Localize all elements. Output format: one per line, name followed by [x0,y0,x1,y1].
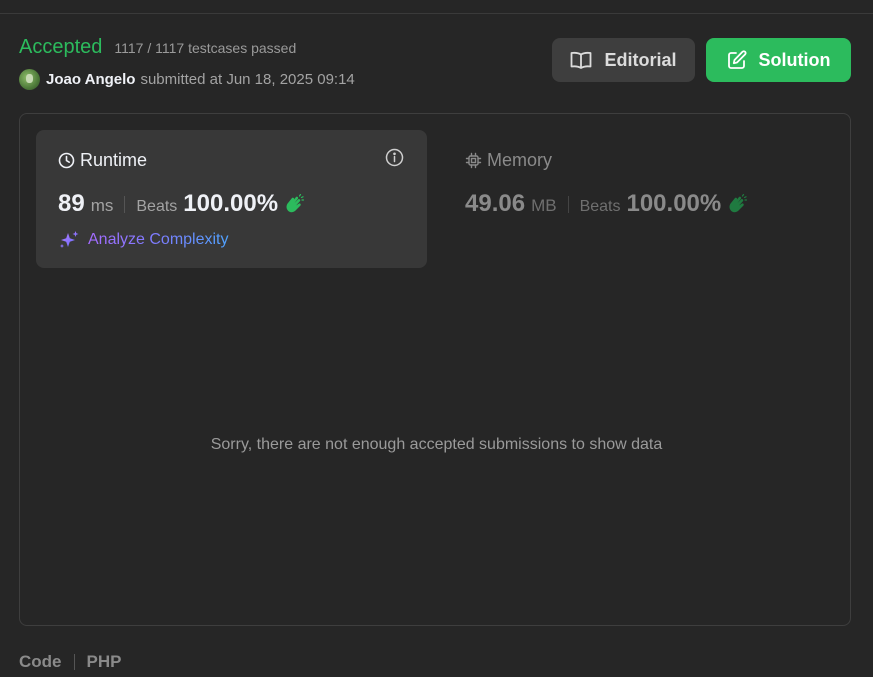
memory-unit: MB [531,196,557,215]
clap-icon [286,194,305,213]
memory-value: 49.06 [465,190,526,217]
editorial-button[interactable]: Editorial [552,38,695,82]
submitted-at: submitted at Jun 18, 2025 09:14 [140,71,355,88]
code-label: Code [19,652,62,671]
runtime-card[interactable]: Runtime 89 ms Beats 100.00% Analyze Comp… [36,130,427,268]
runtime-metric: 89 ms Beats 100.00% [58,190,305,218]
runtime-value: 89 [58,190,85,217]
testcases-passed: 1117 / 1117 testcases passed [114,40,297,56]
memory-title-label: Memory [487,150,553,170]
clock-icon [58,152,75,169]
edit-icon [727,50,746,69]
memory-metric: 49.06 MB Beats 100.00% [465,190,748,218]
runtime-unit: ms [90,196,114,215]
memory-card[interactable]: Memory 49.06 MB Beats 100.00% [465,130,845,268]
memory-beats-percent: 100.00% [626,190,722,217]
clap-icon [729,194,748,213]
divider [124,195,126,213]
runtime-title-label: Runtime [80,150,148,170]
submission-status-row: Accepted 1117 / 1117 testcases passed [19,36,296,59]
book-icon [571,51,592,69]
analyze-complexity-label: Analyze Complexity [88,231,229,248]
editorial-label: Editorial [604,49,677,70]
sparkle-icon [60,231,79,248]
runtime-beats-label: Beats [136,198,178,215]
runtime-beats-percent: 100.00% [183,190,279,217]
analyze-complexity-button[interactable]: Analyze Complexity [58,230,229,250]
distribution-empty-message: Sorry, there are not enough accepted sub… [210,436,663,453]
solution-label: Solution [758,49,831,70]
chip-icon [465,152,482,169]
language-label: PHP [86,652,122,671]
divider [73,654,75,670]
memory-title: Memory [465,150,552,171]
status-accepted: Accepted [19,36,103,58]
code-language-row: Code PHP [19,652,121,672]
avatar[interactable] [19,69,40,90]
top-divider [0,13,873,14]
solution-button[interactable]: Solution [706,38,851,82]
memory-beats-label: Beats [579,198,621,215]
runtime-title: Runtime [58,150,147,171]
info-icon[interactable] [385,148,404,167]
submitter-row: Joao Angelo submitted at Jun 18, 2025 09… [19,69,355,90]
username-link[interactable]: Joao Angelo [46,71,135,88]
divider [567,195,569,213]
